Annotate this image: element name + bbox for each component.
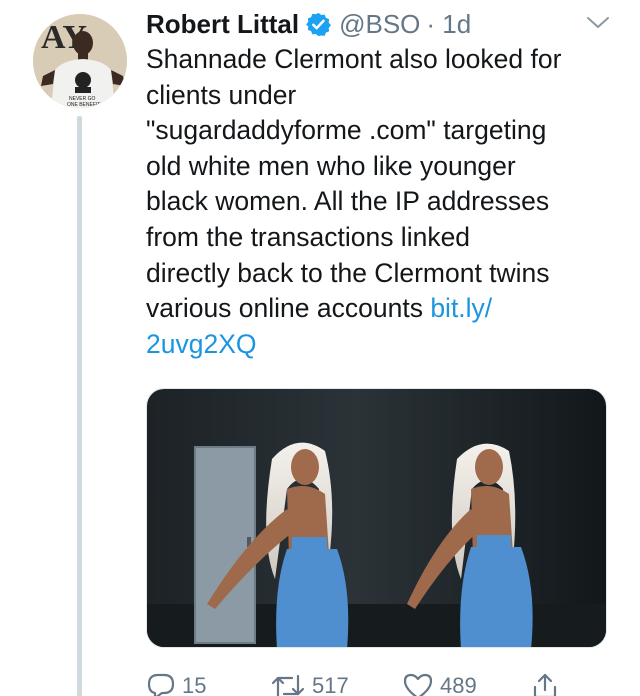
share-button[interactable] [530,672,560,696]
reply-button[interactable]: 15 [146,672,206,696]
tweet-text-line: clients under [146,79,297,110]
heart-icon [403,673,433,696]
tweet-link-continued[interactable]: 2uvg2XQ [146,329,257,359]
avatar-shirt-text-2: ONE BENEFIT [67,102,100,108]
tweet-link[interactable]: bit.ly/ [430,293,492,323]
author-handle[interactable]: @BSO [339,9,420,40]
thread-line [77,116,82,696]
like-count: 489 [440,673,477,696]
verified-badge-icon [306,12,332,37]
share-icon [533,673,557,696]
tweet-text-line: black women. All the IP addresses [146,186,550,217]
reply-icon [147,673,175,696]
tweet-text-line: old white men who like younger [146,150,516,181]
avatar[interactable]: AY NEVER GO ONE BENEFIT [33,14,127,108]
tweet-text-line: from the transactions linked [146,221,471,252]
tweet-text-line: Shannade Clermont also looked for [146,44,562,74]
tweet-text: Shannade Clermont also looked for client… [146,42,618,362]
retweet-icon [271,674,305,696]
tweet-media-image[interactable] [146,388,607,648]
chevron-down-icon[interactable] [585,14,611,32]
like-button[interactable]: 489 [402,672,477,696]
reply-count: 15 [182,673,207,696]
tweet-timestamp[interactable]: · 1d [426,9,471,40]
tweet-text-line: various online accounts [146,293,431,324]
retweet-count: 517 [312,673,349,696]
avatar-image: AY NEVER GO ONE BENEFIT [33,14,127,108]
media-photo [147,389,606,647]
tweet-text-line: "sugardaddyforme .com" targeting [146,115,547,146]
tweet-header: Robert Littal @BSO · 1d [146,8,471,40]
retweet-button[interactable]: 517 [270,672,349,696]
author-name[interactable]: Robert Littal [146,9,299,40]
tweet-actions: 15 517 489 [146,672,606,696]
tweet: AY NEVER GO ONE BENEFIT Robert Littal @B… [0,0,640,696]
tweet-text-line: directly back to the Clermont twins [146,257,550,288]
